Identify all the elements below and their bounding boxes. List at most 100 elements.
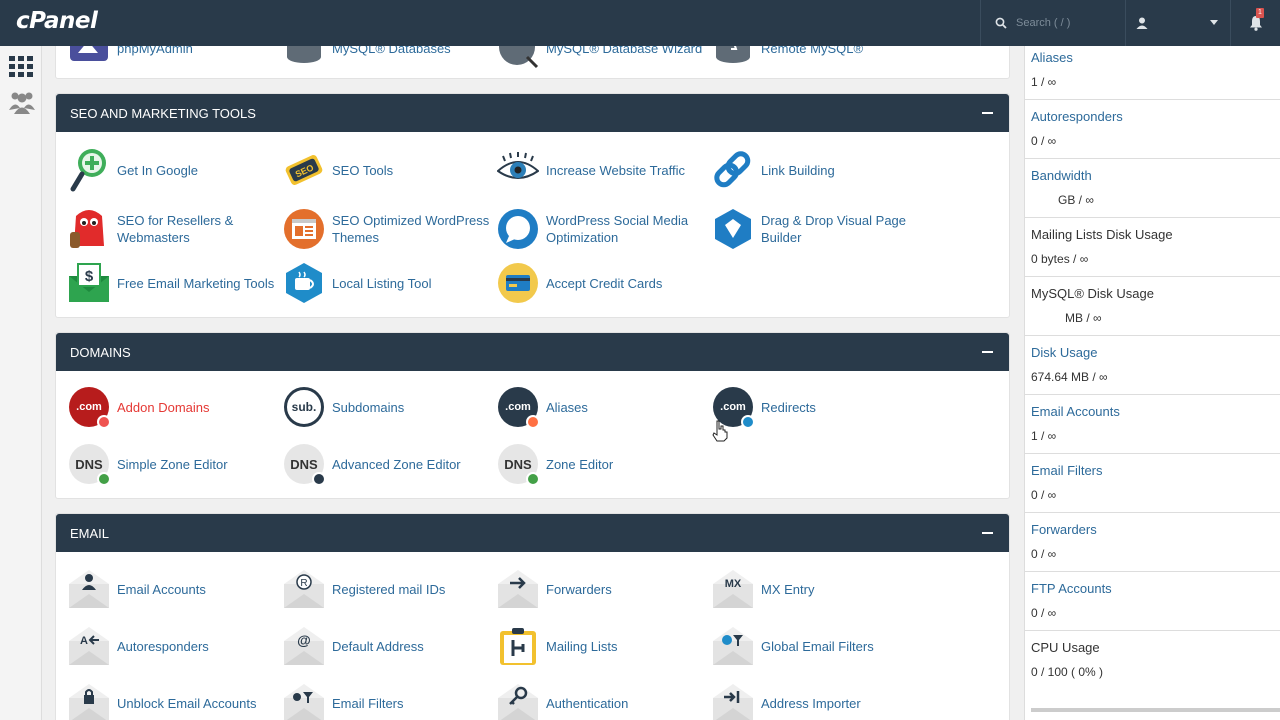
search-icon [995,17,1007,29]
get-in-google-link[interactable]: Get In Google [68,149,198,192]
alias-domain-icon: .com [498,387,540,429]
notifications-button[interactable]: 1 [1230,0,1280,46]
collapse-icon[interactable] [982,532,993,534]
stat-value: 0 / ∞ [1031,488,1057,502]
default-address-link[interactable]: @ Default Address [283,625,424,667]
simple-zone-editor-link[interactable]: DNS Simple Zone Editor [68,443,228,486]
global-email-filters-link[interactable]: Global Email Filters [712,625,874,667]
svg-text:$: $ [85,268,94,285]
seo-panel-header[interactable]: SEO AND MARKETING TOOLS [56,94,1009,132]
autoresponders-link[interactable]: A Autoresponders [68,625,209,667]
stat-forwarders: Forwarders 0 / ∞ [1025,513,1280,572]
stat-email-filters: Email Filters 0 / ∞ [1025,454,1280,513]
database-wizard-icon [499,46,539,69]
collapse-icon[interactable] [982,112,993,114]
increase-traffic-link[interactable]: Increase Website Traffic [497,149,685,191]
envelope-filter-icon [284,684,324,720]
email-panel-header[interactable]: EMAIL [56,514,1009,552]
subdomains-link[interactable]: sub. Subdomains [283,386,404,428]
monster-icon [70,210,104,248]
stat-label[interactable]: FTP Accounts [1031,580,1280,598]
registered-mail-ids-link[interactable]: R Registered mail IDs [283,568,445,610]
mysql-databases-link[interactable]: MySQL® Databases [283,46,451,69]
email-accounts-link[interactable]: Email Accounts [68,568,206,610]
stat-label[interactable]: Forwarders [1031,521,1280,539]
drag-drop-builder-label: Drag & Drop Visual Page Builder [761,213,907,245]
search-box[interactable]: Search ( / ) [980,0,1125,46]
dns-advanced-icon: DNS [284,444,326,486]
stat-label[interactable]: Email Filters [1031,462,1280,480]
user-menu[interactable] [1125,0,1230,46]
envelope-forward-icon [498,570,538,608]
remote-mysql-label: Remote MySQL® [761,46,864,56]
sidebar-scroll-edge [1031,708,1280,712]
stat-label[interactable]: Autoresponders [1031,108,1280,126]
drag-drop-builder-link[interactable]: Drag & Drop Visual Page Builder [712,208,906,250]
free-email-marketing-link[interactable]: $ Free Email Marketing Tools [68,262,274,304]
stat-autoresponders: Autoresponders 0 / ∞ [1025,100,1280,159]
coffee-hexagon-icon [286,263,322,303]
email-filters-link[interactable]: Email Filters [283,682,404,720]
hand-cursor-icon [712,420,728,442]
stat-value: 0 bytes / ∞ [1031,252,1089,266]
stat-label[interactable]: Disk Usage [1031,344,1280,362]
default-address-label: Default Address [332,638,424,654]
seo-tools-link[interactable]: SEO SEO Tools [283,149,393,191]
remote-database-icon [716,46,750,63]
address-importer-link[interactable]: Address Importer [712,682,861,720]
users-icon[interactable] [9,90,35,114]
stat-label: CPU Usage [1031,640,1100,655]
wordpress-social-link[interactable]: WordPress Social Media Optimization [497,208,688,250]
phpmyadmin-link[interactable]: phpMyAdmin [68,46,193,69]
left-rail [0,46,42,720]
envelope-at-icon: @ [284,627,324,665]
mysql-wizard-link[interactable]: MySQL® Database Wizard [497,46,702,69]
grid-icon[interactable] [9,56,33,78]
search-placeholder: Search ( / ) [1016,17,1071,29]
accept-credit-cards-link[interactable]: Accept Credit Cards [497,262,662,304]
link-building-link[interactable]: Link Building [712,149,835,191]
aliases-label: Aliases [546,399,588,415]
zone-editor-label: Zone Editor [546,456,614,472]
zone-editor-link[interactable]: DNS Zone Editor [497,443,614,486]
authentication-label: Authentication [546,695,629,711]
stat-email-accounts: Email Accounts 1 / ∞ [1025,395,1280,454]
seo-resellers-label: SEO for Resellers & Webmasters [117,213,234,245]
phpmyadmin-icon [70,46,108,61]
aliases-link[interactable]: .com Aliases [497,386,588,429]
collapse-icon[interactable] [982,351,993,353]
mailing-lists-label: Mailing Lists [546,638,618,654]
remote-mysql-link[interactable]: Remote MySQL® [712,46,863,69]
envelope-key-icon [498,684,538,720]
stat-label[interactable]: Bandwidth [1031,167,1280,185]
mx-entry-link[interactable]: MX MX Entry [712,568,814,610]
stat-label[interactable]: Email Accounts [1031,403,1280,421]
stat-mysql-disk: MySQL® Disk Usage MB / ∞ [1025,277,1280,336]
stat-label: MySQL® Disk Usage [1031,286,1154,301]
stat-value: 1 / ∞ [1031,429,1057,443]
seo-wordpress-themes-link[interactable]: SEO Optimized WordPress Themes [283,208,489,250]
domains-panel-header[interactable]: DOMAINS [56,333,1009,371]
envelope-autoresponder-icon: A [69,627,109,665]
forwarders-link[interactable]: Forwarders [497,568,612,610]
stat-value: 0 / ∞ [1031,134,1057,148]
stat-label: Mailing Lists Disk Usage [1031,227,1173,242]
global-email-filters-label: Global Email Filters [761,638,874,654]
unblock-email-accounts-link[interactable]: Unblock Email Accounts [68,682,256,720]
diamond-hexagon-icon [715,209,751,249]
link-building-label: Link Building [761,162,835,178]
stat-value: GB / ∞ [1058,193,1094,207]
addon-domains-link[interactable]: .com Addon Domains [68,386,210,429]
advanced-zone-editor-link[interactable]: DNS Advanced Zone Editor [283,443,461,486]
forwarders-label: Forwarders [546,581,612,597]
authentication-link[interactable]: Authentication [497,682,628,720]
registered-mail-ids-label: Registered mail IDs [332,581,446,597]
local-listing-link[interactable]: Local Listing Tool [283,262,432,304]
stat-value: 0 / ∞ [1031,547,1057,561]
main-content: phpMyAdmin MySQL® Databases MySQL® Datab… [43,46,1023,720]
mailing-lists-link[interactable]: Mailing Lists [497,625,618,667]
stat-label[interactable]: Aliases [1031,49,1280,67]
redirects-label: Redirects [761,399,816,415]
seo-resellers-link[interactable]: SEO for Resellers & Webmasters [68,208,233,250]
cpanel-logo[interactable]: cPanel [16,8,98,34]
